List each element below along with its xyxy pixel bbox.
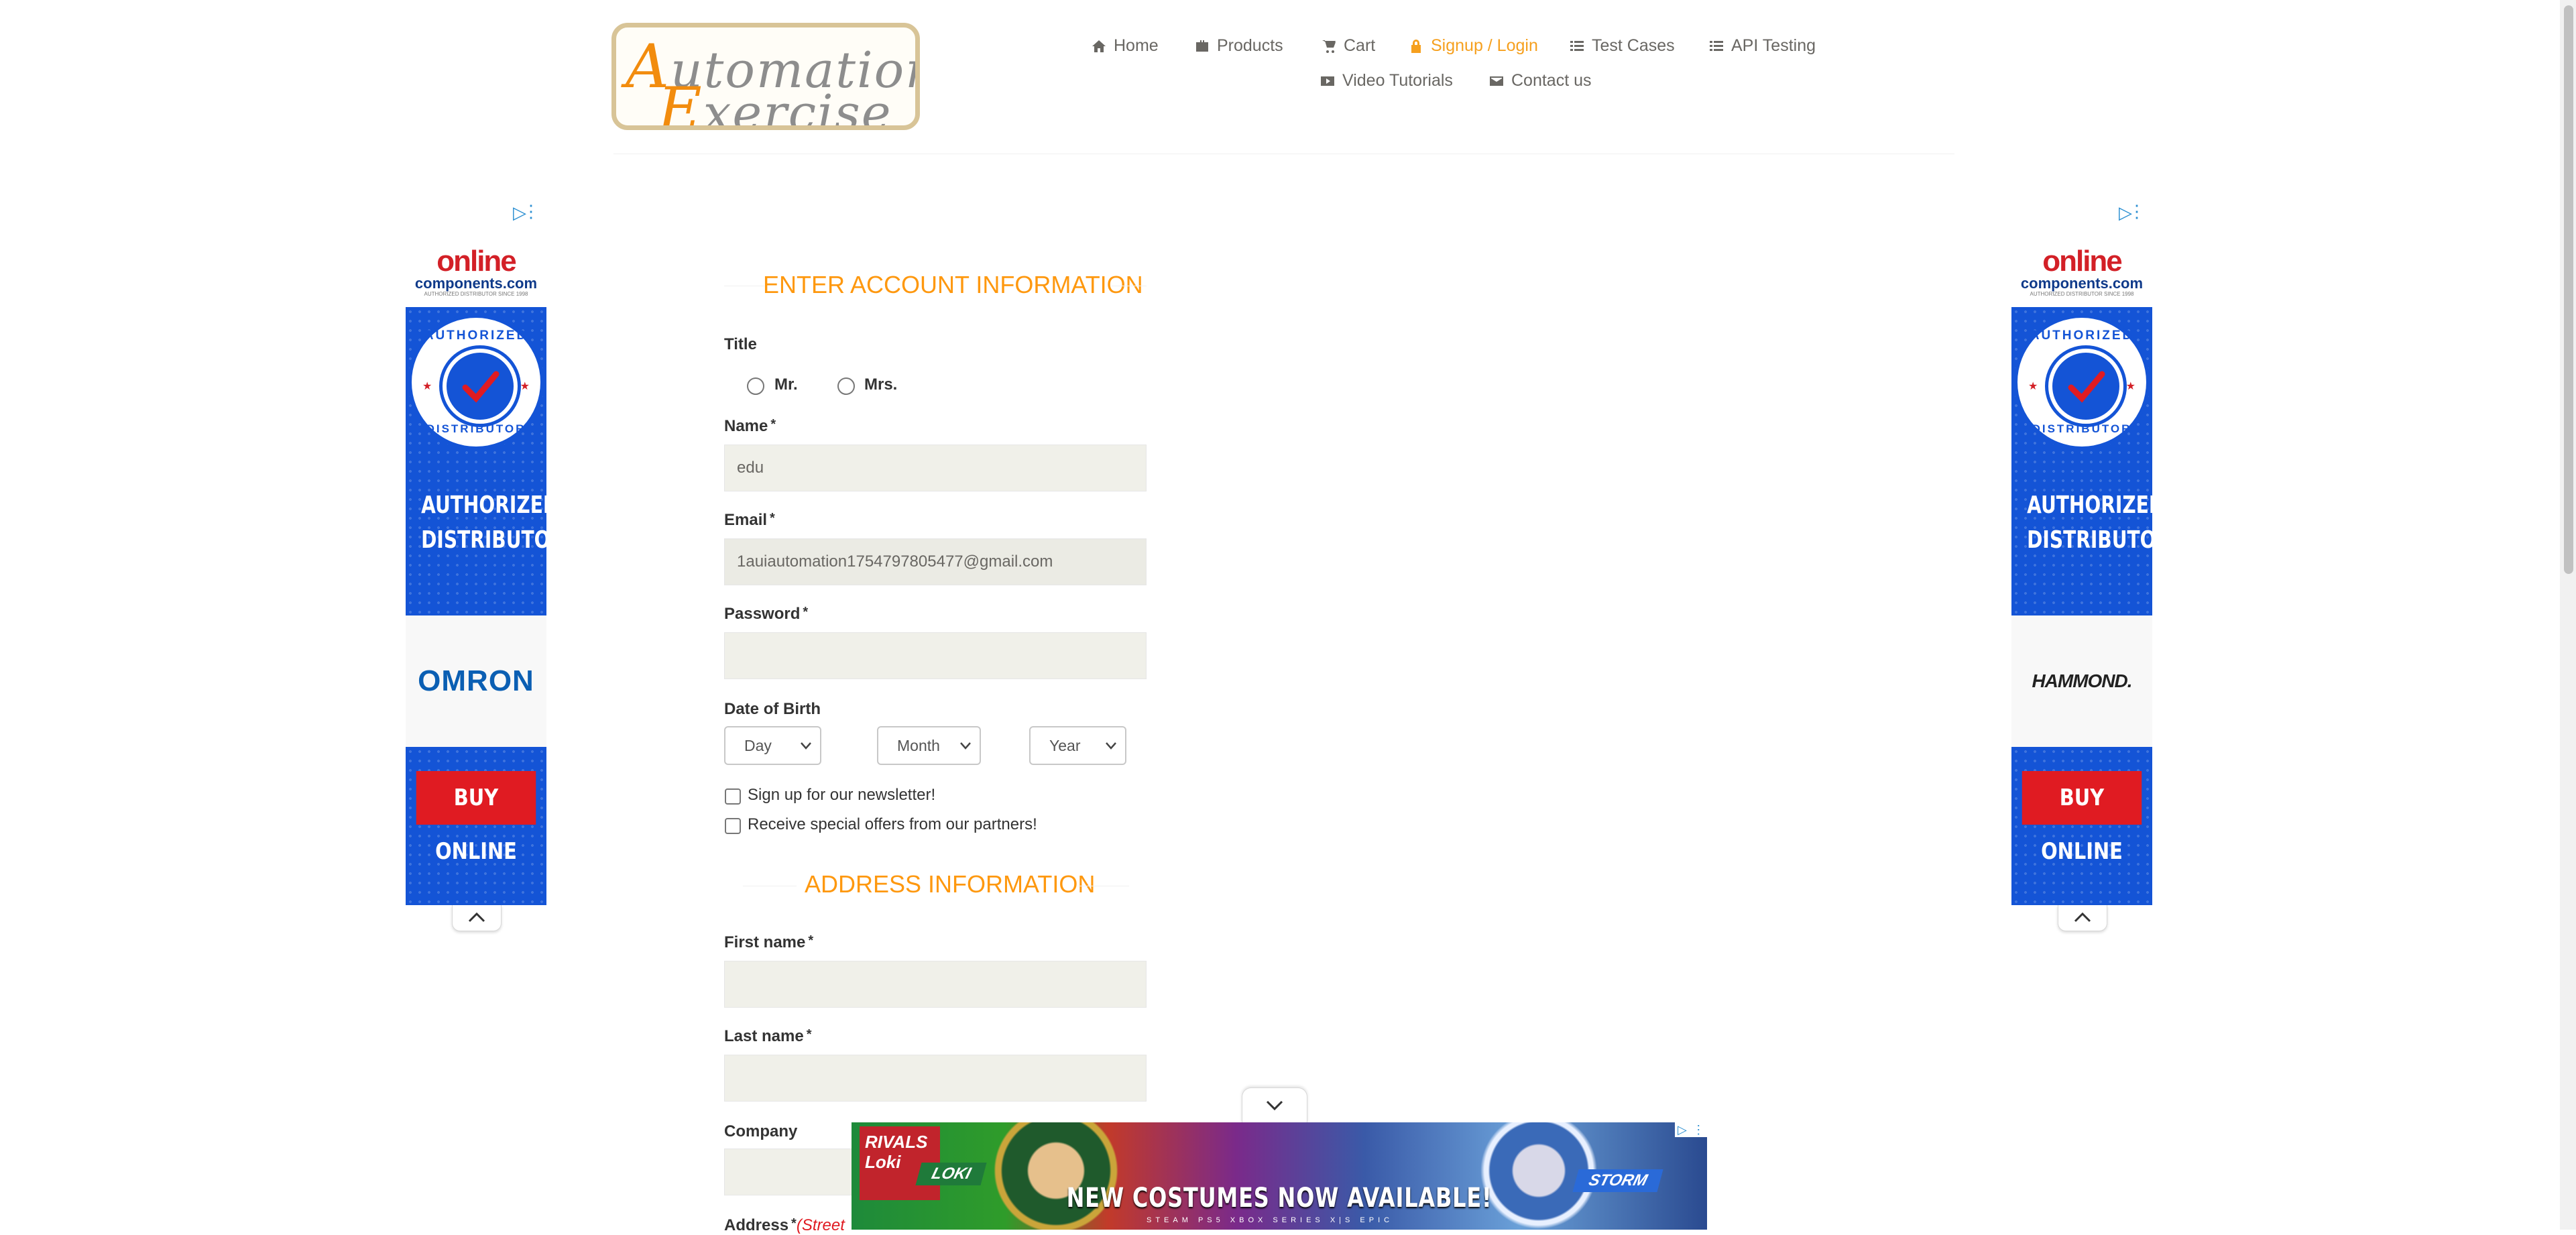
chevron-up-icon	[2074, 912, 2091, 923]
chevron-down-icon	[1106, 742, 1116, 750]
nav-home[interactable]: Home	[1091, 36, 1159, 56]
chevron-down-icon	[1266, 1100, 1283, 1111]
title-mrs-radio[interactable]	[837, 377, 855, 395]
title-label: Title	[724, 335, 757, 353]
star-icon: ★	[520, 381, 530, 392]
youtube-play-icon	[1321, 76, 1334, 86]
star-icon: ★	[2125, 381, 2135, 392]
logo-cap-e: E	[658, 74, 703, 130]
password-input[interactable]	[724, 632, 1147, 679]
page-scrollbar[interactable]	[2560, 0, 2576, 1230]
special-offers-checkbox[interactable]	[725, 818, 741, 834]
nav-video-tutorials[interactable]: Video Tutorials	[1320, 71, 1453, 91]
title-mrs-label[interactable]: Mrs.	[864, 375, 897, 394]
bottom-banner-ad[interactable]: RIVALS Loki LOKI STORM NEW COSTUMES NOW A…	[852, 1122, 1707, 1230]
dob-month-select[interactable]: Month	[877, 726, 981, 765]
buy-online-button[interactable]: BUY ONLINE	[2022, 771, 2142, 865]
first-name-input[interactable]	[724, 961, 1147, 1008]
email-label: Email *	[724, 511, 775, 529]
cart-icon	[1322, 40, 1336, 53]
authorized-badge: AUTHORIZED ★ ★ DISTRIBUTOR	[408, 314, 544, 451]
star-icon: ★	[2028, 381, 2038, 392]
ad-close-icon[interactable]: ⋮	[1692, 1123, 1704, 1136]
right-side-ad[interactable]: ▷ ⋮ online components.com AUTHORIZED DIS…	[2011, 200, 2152, 905]
list-icon	[1570, 40, 1584, 51]
loki-character-image	[979, 1122, 1133, 1230]
dob-label: Date of Birth	[724, 700, 821, 718]
nav-cart[interactable]: Cart	[1321, 36, 1375, 56]
newsletter-label[interactable]: Sign up for our newsletter!	[748, 786, 935, 805]
ad-headline-line2: DISTRIBUTOR	[2027, 526, 2152, 554]
nav-test-cases[interactable]: Test Cases	[1569, 36, 1675, 56]
address-section-title: ADDRESS INFORMATION	[805, 870, 1096, 898]
dob-year-select[interactable]: Year	[1029, 726, 1126, 765]
chevron-down-icon	[960, 742, 971, 750]
nav-products[interactable]: Products	[1194, 36, 1283, 56]
site-logo[interactable]: Automation Exercise	[611, 23, 920, 130]
checkmark-icon	[2068, 371, 2105, 403]
title-mr-radio[interactable]	[747, 377, 764, 395]
first-name-label: First name *	[724, 933, 814, 951]
logo-word-2: xercise	[703, 84, 892, 130]
hero-name-loki: LOKI	[915, 1163, 987, 1185]
dob-day-select[interactable]: Day	[724, 726, 821, 765]
email-input[interactable]: 1auiautomation1754797805477@gmail.com	[724, 538, 1147, 585]
last-name-label: Last name *	[724, 1027, 812, 1045]
list-icon	[1710, 40, 1723, 51]
ad-headline-line2: DISTRIBUTOR	[421, 526, 546, 554]
left-side-ad[interactable]: ▷ ⋮ online components.com AUTHORIZED DIS…	[406, 200, 546, 905]
buy-online-button[interactable]: BUY ONLINE	[416, 771, 536, 865]
scrollbar-thumb[interactable]	[2564, 5, 2573, 574]
password-label: Password *	[724, 605, 809, 623]
omron-logo: OMRON	[406, 615, 546, 747]
ad-menu-icon[interactable]: ⋮	[522, 201, 540, 222]
title-mr-label[interactable]: Mr.	[774, 375, 798, 394]
left-ad-collapse-button[interactable]	[452, 905, 502, 931]
authorized-badge: AUTHORIZED ★ ★ DISTRIBUTOR	[2013, 314, 2150, 451]
hammond-logo: HAMMOND.	[2011, 615, 2152, 747]
ad-brand-logo: online components.com AUTHORIZED DISTRIB…	[406, 240, 546, 307]
newsletter-checkbox[interactable]	[725, 788, 741, 805]
nav-contact-us[interactable]: Contact us	[1488, 71, 1592, 91]
ad-headline-line1: AUTHORIZED	[421, 491, 546, 519]
ad-menu-icon[interactable]: ⋮	[2128, 201, 2146, 222]
chevron-up-icon	[468, 912, 485, 923]
chevron-down-icon	[801, 742, 811, 750]
name-label: Name *	[724, 417, 776, 435]
nav-signup-login[interactable]: Signup / Login	[1408, 36, 1538, 56]
checkmark-icon	[462, 371, 500, 403]
ad-headline: NEW COSTUMES NOW AVAILABLE!	[1066, 1183, 1492, 1214]
account-section-title: ENTER ACCOUNT INFORMATION	[763, 271, 1143, 298]
ad-headline-line1: AUTHORIZED	[2027, 491, 2152, 519]
company-label: Company	[724, 1122, 798, 1140]
star-icon: ★	[422, 381, 432, 392]
platform-logos: STEAM PS5 XBOX SERIES X|S EPIC	[1147, 1216, 1394, 1224]
address-label: Address *(Street	[724, 1216, 845, 1234]
lock-icon	[1411, 39, 1421, 53]
envelope-icon	[1490, 76, 1503, 86]
right-ad-collapse-button[interactable]	[2058, 905, 2107, 931]
special-offers-label[interactable]: Receive special offers from our partners…	[748, 815, 1037, 834]
last-name-input[interactable]	[724, 1055, 1147, 1102]
home-icon	[1092, 40, 1106, 52]
briefcase-icon	[1196, 40, 1208, 52]
name-input[interactable]: edu	[724, 445, 1147, 491]
bottom-ad-collapse-button[interactable]	[1242, 1087, 1307, 1123]
nav-api-testing[interactable]: API Testing	[1708, 36, 1816, 56]
adchoices-icon[interactable]: ▷	[1678, 1123, 1687, 1136]
ad-brand-logo: online components.com AUTHORIZED DISTRIB…	[2011, 240, 2152, 307]
